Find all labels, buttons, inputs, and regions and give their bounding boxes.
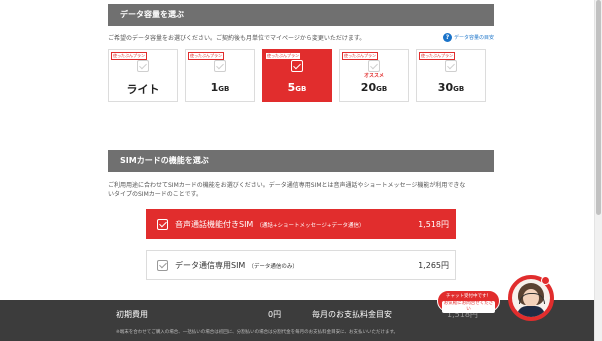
plan-badge: 使ったぶんプラン <box>188 52 224 60</box>
plan-label: 30 <box>437 81 454 94</box>
scrollbar[interactable] <box>594 0 602 341</box>
plan-badge: 使ったぶんプラン <box>419 52 455 60</box>
sim-description-line2: いタイプのSIMカードのことです。 <box>108 191 202 198</box>
chat-bubble-line2: お気軽にお問合せください <box>442 301 495 313</box>
plan-unit: GB <box>218 85 230 93</box>
plan-label: ライト <box>126 83 160 96</box>
headset-icon <box>519 293 545 304</box>
sim-option-name: データ通信専用SIM <box>175 261 246 270</box>
capacity-guide-link[interactable]: ? データ容量の目安 <box>443 33 494 42</box>
page: データ容量を選ぶ ご希望のデータ容量をお選びください。ご契約後も月単位でマイペー… <box>0 0 602 341</box>
sim-option-note: （データ通信のみ） <box>248 264 298 270</box>
sim-option-price: 1,265円 <box>418 261 449 270</box>
plan-30gb[interactable]: 使ったぶんプラン 30GB <box>416 49 486 102</box>
price-summary-bar: 初期費用 0円 毎月のお支払料金目安 1,518円 ※端末を合わせてご購入の場合… <box>0 300 594 341</box>
plan-unit: GB <box>295 85 307 93</box>
plan-1gb[interactable]: 使ったぶんプラン 1GB <box>185 49 255 102</box>
price-note: ※端末を合わせてご購入の場合、一括払いの場合は初回に、分割払いの場合は分割代金を… <box>116 330 399 335</box>
sim-function-header: SIMカードの機能を選ぶ <box>108 150 494 172</box>
plan-badge: 使ったぶんプラン <box>111 52 147 60</box>
checkbox-checked-icon <box>291 60 303 72</box>
sim-option-data[interactable]: データ通信専用SIM （データ通信のみ） 1,265円 <box>146 250 456 280</box>
checkbox-icon <box>368 60 380 72</box>
help-icon: ? <box>443 33 452 42</box>
checkbox-icon <box>445 60 457 72</box>
scrollbar-thumb[interactable] <box>596 0 601 215</box>
plan-unit: GB <box>376 85 388 93</box>
plan-5gb[interactable]: 使ったぶんプラン 5GB <box>262 49 332 102</box>
notification-dot <box>541 276 550 285</box>
plan-unit: GB <box>453 85 465 93</box>
chat-bubble[interactable]: チャット受付中です！ お気軽にお問合せください <box>437 290 500 313</box>
sim-option-name: 音声通話機能付きSIM <box>175 220 254 229</box>
checkbox-icon <box>214 60 226 72</box>
chat-bubble-line1: チャット受付中です！ <box>446 294 491 299</box>
plan-20gb[interactable]: 使ったぶんプラン オススメ 20GB <box>339 49 409 102</box>
recommend-label: オススメ <box>363 73 384 79</box>
sim-option-voice[interactable]: 音声通話機能付きSIM （通話+ショートメッセージ+データ通信） 1,518円 <box>146 209 456 239</box>
plan-light[interactable]: 使ったぶんプラン ライト <box>108 49 178 102</box>
initial-cost-value: 0円 <box>268 310 282 319</box>
sim-option-price: 1,518円 <box>418 220 449 229</box>
monthly-cost-label: 毎月のお支払料金目安 <box>312 310 392 319</box>
data-capacity-header: データ容量を選ぶ <box>108 4 494 26</box>
plan-badge: 使ったぶんプラン <box>265 52 301 60</box>
capacity-guide-label: データ容量の目安 <box>454 35 495 41</box>
sim-option-note: （通話+ショートメッセージ+データ通信） <box>256 223 365 229</box>
sim-description-line1: ご利用用途に合わせてSIMカードの機能をお選びください。データ通信専用SIMとは… <box>108 182 466 189</box>
data-capacity-description: ご希望のデータ容量をお選びください。ご契約後も月単位でマイページから変更いただけ… <box>108 35 366 42</box>
checkbox-checked-icon <box>157 219 168 230</box>
plan-badge: 使ったぶんプラン <box>342 52 378 60</box>
plan-label: 20 <box>360 81 377 94</box>
checkbox-icon <box>157 260 168 271</box>
initial-cost-label: 初期費用 <box>116 310 148 319</box>
checkbox-icon <box>137 60 149 72</box>
